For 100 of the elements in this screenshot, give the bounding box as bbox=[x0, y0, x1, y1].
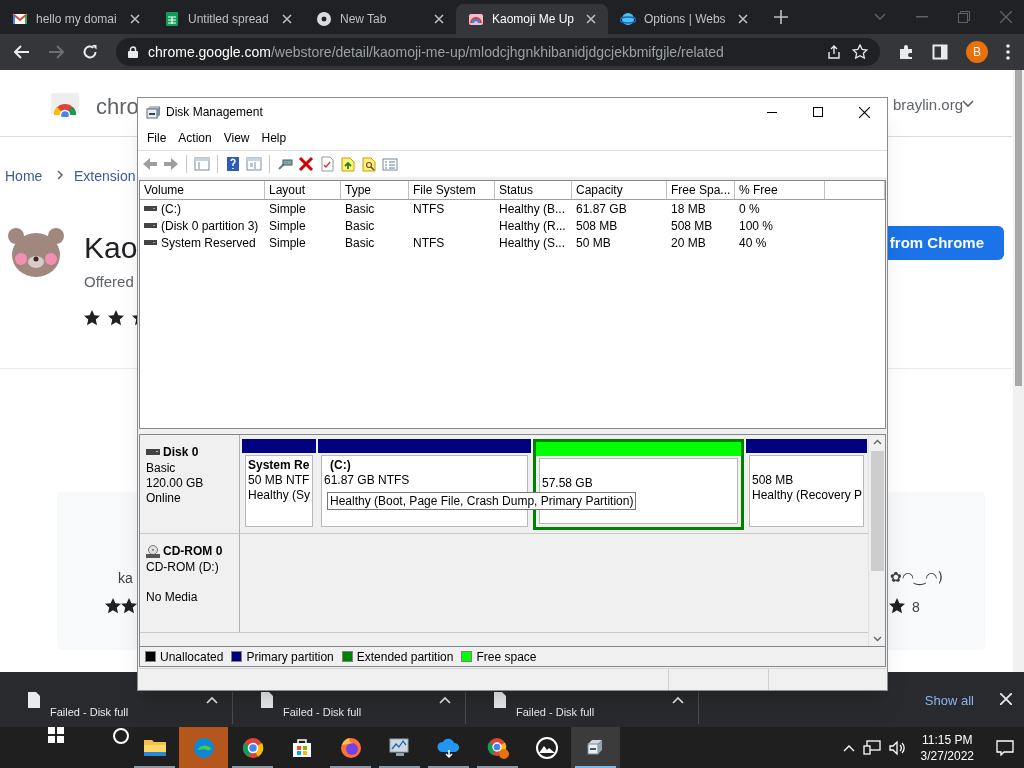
file-icon bbox=[28, 692, 40, 708]
disk-status: No Media bbox=[146, 590, 199, 605]
table-cell-text: NTFS bbox=[413, 200, 445, 218]
column-header[interactable]: Layout bbox=[265, 181, 341, 199]
breadcrumb-link[interactable]: Extension bbox=[74, 166, 136, 187]
checklist-icon[interactable] bbox=[319, 156, 335, 172]
download-item[interactable]: Failed - Disk full bbox=[466, 692, 699, 724]
download-item[interactable]: Failed - Disk full bbox=[0, 692, 233, 724]
legend-label: Unallocated bbox=[160, 648, 224, 666]
close-icon[interactable] bbox=[434, 14, 444, 24]
column-header[interactable]: Status bbox=[495, 181, 572, 199]
column-header[interactable]: Volume bbox=[140, 181, 265, 199]
menu-item[interactable]: Action bbox=[172, 129, 218, 147]
show-all-link[interactable]: Show all bbox=[924, 691, 974, 711]
menu-item[interactable]: File bbox=[141, 129, 173, 147]
restore-icon[interactable] bbox=[958, 11, 970, 23]
address-field[interactable]: chrome.google.com/webstore/detail/kaomoji-me-up/mlodcjhgnkhibanidjdgcjekbmifgjle/related bbox=[116, 38, 880, 66]
table-cell-text: NTFS bbox=[413, 234, 445, 252]
table-cell-text: 100 % bbox=[739, 217, 774, 235]
folder-search-icon[interactable] bbox=[361, 156, 377, 172]
menu-item[interactable]: View bbox=[217, 129, 256, 147]
windows-start-icon[interactable] bbox=[48, 727, 64, 743]
column-header[interactable]: File System bbox=[409, 181, 495, 199]
star-icon bbox=[105, 598, 121, 614]
star-icon[interactable] bbox=[852, 44, 868, 60]
spreadsheet-icon bbox=[164, 11, 180, 27]
puzzle-icon[interactable] bbox=[898, 44, 914, 60]
table-cell-text: (C:) bbox=[161, 200, 181, 218]
scrollbar-thumb[interactable] bbox=[870, 451, 884, 571]
network-icon[interactable] bbox=[862, 739, 881, 756]
column-header[interactable]: Capacity bbox=[572, 181, 667, 199]
add-to-chrome-button[interactable]: from Chrome bbox=[888, 226, 1004, 260]
chevron-up-icon[interactable] bbox=[672, 696, 684, 704]
url-text: chrome.google.com/webstore/detail/kaomoji-me-up/mlodcjhgnkhibanidjdgcjekbmifgjle/related bbox=[148, 42, 725, 62]
search-icon[interactable] bbox=[112, 727, 130, 745]
scrollbar-thumb[interactable] bbox=[1015, 70, 1022, 386]
drive-icon bbox=[144, 206, 157, 211]
close-icon[interactable] bbox=[130, 14, 140, 24]
clock[interactable]: 11:15 PM 3/27/2022 bbox=[920, 731, 974, 764]
chevron-down-icon[interactable] bbox=[962, 100, 974, 108]
close-icon bbox=[858, 106, 870, 118]
help-icon[interactable] bbox=[225, 156, 241, 172]
table-cell-text: Healthy (B... bbox=[499, 200, 566, 218]
globe-icon bbox=[620, 11, 636, 27]
tooltip: Healthy (Boot, Page File, Crash Dump, Primary Partition) bbox=[327, 492, 637, 510]
menu-icon[interactable] bbox=[1006, 44, 1010, 60]
star-icon bbox=[108, 310, 124, 326]
star-icon bbox=[84, 310, 100, 326]
table-cell-text: (Disk 0 partition 3) bbox=[161, 217, 259, 235]
column-header[interactable]: Free Spa... bbox=[667, 181, 735, 199]
mountain-icon bbox=[534, 735, 559, 760]
table-cell-text: 61.87 GB bbox=[576, 200, 627, 218]
download-item[interactable]: Failed - Disk full bbox=[233, 692, 466, 724]
column-header[interactable]: % Free bbox=[735, 181, 825, 199]
rating-count: 8 bbox=[912, 598, 920, 617]
disk-name: Disk 0 bbox=[163, 444, 199, 461]
disk-status: Online bbox=[146, 491, 182, 506]
drive-icon bbox=[146, 449, 160, 455]
forward-icon[interactable] bbox=[163, 156, 179, 172]
chrome-icon bbox=[485, 735, 510, 760]
running-indicator bbox=[575, 766, 616, 768]
table-cell-text: 50 MB bbox=[576, 234, 611, 252]
disk-type: Basic bbox=[146, 461, 177, 476]
breadcrumb-link[interactable]: Home bbox=[5, 166, 43, 187]
table-cell-text: 40 % bbox=[739, 234, 767, 252]
scroll-down-icon[interactable] bbox=[872, 636, 882, 642]
menu-item[interactable]: Help bbox=[255, 129, 293, 147]
delete-icon[interactable] bbox=[298, 156, 314, 172]
chevron-down-icon[interactable] bbox=[874, 13, 886, 21]
table-cell-text: Basic bbox=[345, 234, 375, 252]
browser-tab[interactable]: Kaomoji Me Up bbox=[456, 4, 608, 34]
table-cell-text: Simple bbox=[269, 200, 306, 218]
volume-icon[interactable] bbox=[888, 739, 907, 756]
column-header[interactable]: Type bbox=[341, 181, 409, 199]
extension-title: Kao bbox=[84, 230, 138, 266]
chevron-up-icon[interactable] bbox=[439, 696, 451, 704]
card-title: ka bbox=[118, 569, 133, 588]
close-icon[interactable] bbox=[586, 14, 596, 24]
legend-label: Primary partition bbox=[246, 648, 334, 666]
taskbar-button[interactable] bbox=[571, 727, 620, 768]
reload-icon[interactable] bbox=[82, 44, 98, 60]
folder-up-icon[interactable] bbox=[340, 156, 356, 172]
share-icon[interactable] bbox=[826, 44, 842, 60]
scroll-up-icon[interactable] bbox=[872, 439, 882, 445]
chevron-up-icon[interactable] bbox=[206, 696, 218, 704]
disk-name: CD-ROM 0 bbox=[163, 543, 223, 560]
close-icon[interactable] bbox=[738, 14, 748, 24]
running-indicator bbox=[379, 766, 420, 768]
notification-icon[interactable] bbox=[996, 739, 1014, 756]
account-name[interactable]: braylin.org bbox=[893, 94, 964, 117]
close-icon[interactable] bbox=[282, 14, 292, 24]
partition-name: (C:) bbox=[329, 458, 352, 473]
new-tab-icon[interactable] bbox=[774, 10, 788, 24]
chevron-right-icon bbox=[57, 170, 64, 180]
partition-size: 50 MB NTF bbox=[248, 473, 310, 488]
minimize-icon bbox=[767, 111, 777, 113]
partition-status: Healthy (Recovery P bbox=[752, 488, 861, 503]
back-icon[interactable] bbox=[14, 45, 30, 59]
side-panel-icon[interactable] bbox=[932, 44, 948, 60]
connect-icon[interactable] bbox=[277, 156, 293, 172]
